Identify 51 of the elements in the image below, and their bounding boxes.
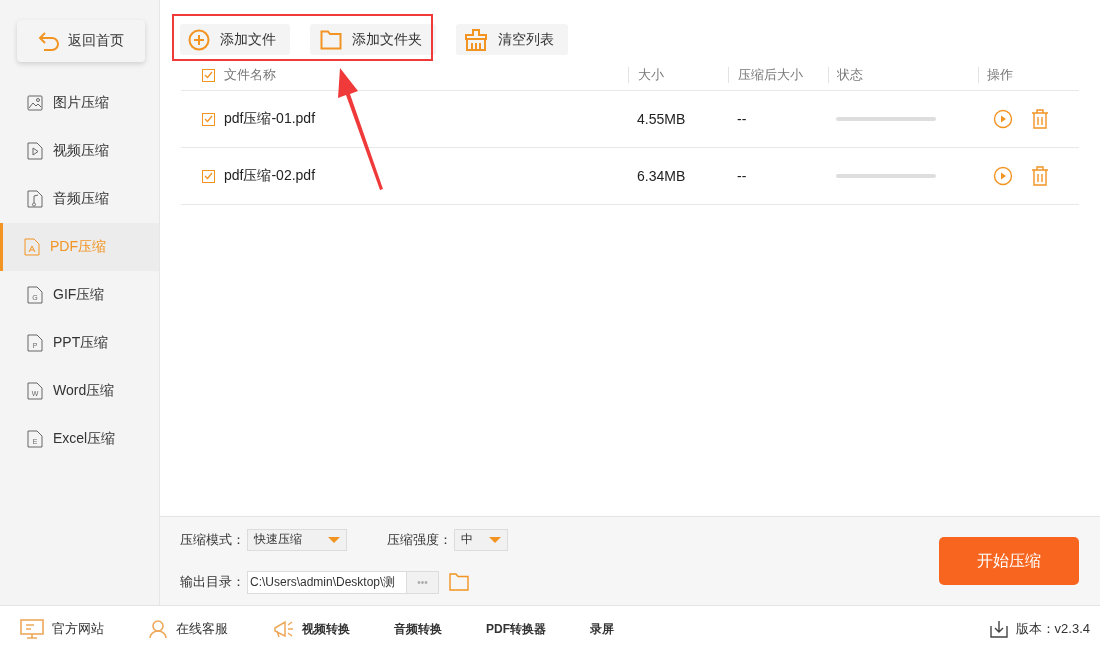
folder-icon [320,29,342,50]
add-icon [188,28,210,51]
toolbar-button[interactable]: 添加文件 [180,24,290,55]
strength-label: 压缩强度： [387,530,452,549]
file-size: 4.55MB [637,111,686,127]
delete-icon[interactable] [1031,166,1049,186]
column-header: 状态 [837,66,863,84]
output-path-field[interactable]: C:\Users\admin\Desktop\测 [247,570,407,594]
play-button-icon[interactable] [993,166,1013,186]
compressed-size: -- [737,111,747,127]
sidebar-item[interactable]: 音频压缩 [0,175,159,223]
file-size: 6.34MB [637,168,686,184]
pdf-file-icon [24,238,40,256]
column-header: 操作 [987,66,1013,84]
column-header: 文件名称 [224,66,276,84]
toolbar-button[interactable]: 清空列表 [456,24,568,55]
music-file-icon [27,190,43,208]
person-icon [148,619,168,639]
broom-icon [464,28,488,51]
footer-link[interactable]: PDF转换器 [486,620,546,638]
output-label: 输出目录： [180,573,245,591]
play-button-icon[interactable] [993,109,1013,129]
footer-link[interactable]: 视频转换 [272,619,350,639]
download-icon[interactable] [989,620,1008,638]
play-file-icon [27,142,43,160]
image-icon [27,94,43,112]
file-name: pdf压缩-01.pdf [224,110,316,128]
sidebar-item[interactable]: 视频压缩 [0,127,159,175]
strength-dropdown[interactable]: 中 [454,528,508,551]
select-all-checkbox[interactable] [202,68,215,82]
sidebar-item[interactable]: 图片压缩 [0,79,159,127]
footer-link[interactable]: 在线客服 [148,619,228,639]
file-name: pdf压缩-02.pdf [224,167,316,185]
megaphone-icon [272,619,294,639]
mode-dropdown[interactable]: 快速压缩 [247,528,347,551]
footer-link[interactable]: 官方网站 [20,619,104,639]
column-header: 大小 [638,66,664,84]
back-home-button[interactable]: 返回首页 [17,20,145,62]
row-checkbox[interactable] [202,169,215,183]
mode-label: 压缩模式： [180,530,245,549]
monitor-icon [20,619,44,639]
column-header: 压缩后大小 [738,66,803,84]
footer-link[interactable]: 音频转换 [394,620,442,638]
footer-link[interactable]: 录屏 [590,620,614,638]
back-arrow-icon [38,31,60,51]
version-text: 版本：v2.3.4 [1015,620,1090,638]
folder-icon[interactable] [449,573,469,591]
row-checkbox[interactable] [202,112,215,126]
toolbar-button[interactable]: 添加文件夹 [310,24,436,55]
compressed-size: -- [737,168,747,184]
delete-icon[interactable] [1031,109,1049,129]
